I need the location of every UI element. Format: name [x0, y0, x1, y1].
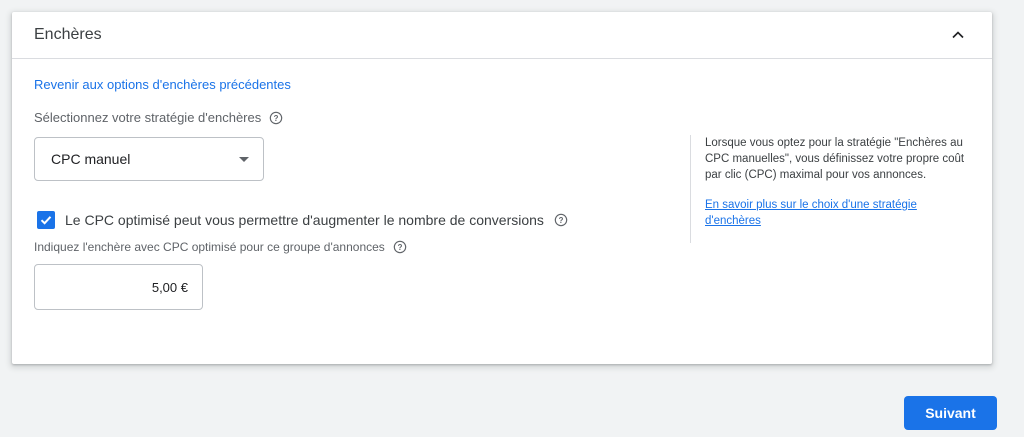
bid-label: Indiquez l'enchère avec CPC optimisé pou… — [34, 240, 385, 254]
ecpc-checkbox[interactable] — [37, 211, 55, 229]
strategy-label-row: Sélectionnez votre stratégie d'enchères … — [34, 110, 283, 125]
previous-bidding-options-link[interactable]: Revenir aux options d'enchères précédent… — [34, 77, 291, 92]
learn-more-link[interactable]: En savoir plus sur le choix d'une straté… — [705, 197, 975, 229]
dropdown-arrow-icon — [239, 156, 249, 162]
help-icon[interactable]: ? — [393, 240, 407, 254]
side-panel-divider — [690, 135, 691, 243]
bid-amount-value: 5,00 € — [151, 279, 188, 295]
help-panel-text: Lorsque vous optez pour la stratégie "En… — [705, 137, 965, 181]
bid-amount-input[interactable]: 5,00 € — [34, 264, 203, 310]
strategy-selected-value: CPC manuel — [51, 151, 131, 167]
svg-text:?: ? — [274, 113, 279, 122]
svg-text:?: ? — [397, 243, 402, 252]
bidding-strategy-select[interactable]: CPC manuel — [34, 137, 264, 181]
help-panel: Lorsque vous optez pour la stratégie "En… — [705, 135, 975, 229]
bid-label-row: Indiquez l'enchère avec CPC optimisé pou… — [34, 240, 407, 254]
next-button[interactable]: Suivant — [904, 396, 997, 430]
card-header: Enchères — [12, 12, 992, 59]
section-title: Enchères — [34, 26, 102, 43]
strategy-label: Sélectionnez votre stratégie d'enchères — [34, 110, 262, 125]
ecpc-label: Le CPC optimisé peut vous permettre d'au… — [65, 212, 544, 228]
ecpc-row: Le CPC optimisé peut vous permettre d'au… — [37, 211, 568, 229]
help-icon[interactable]: ? — [554, 213, 568, 227]
bidding-card: Enchères Revenir aux options d'enchères … — [12, 12, 992, 364]
help-icon[interactable]: ? — [269, 111, 283, 125]
svg-text:?: ? — [559, 216, 564, 225]
checkmark-icon — [40, 216, 52, 225]
chevron-up-icon[interactable] — [948, 25, 968, 45]
